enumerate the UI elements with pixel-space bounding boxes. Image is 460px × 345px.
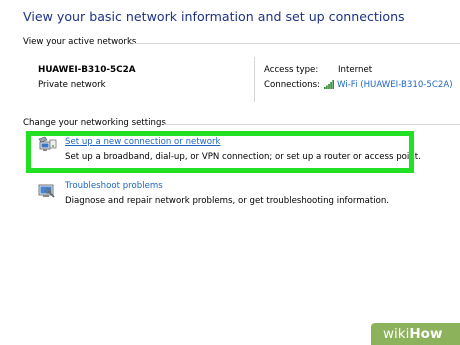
wikihow-watermark: wikiHow — [371, 323, 460, 345]
network-type[interactable]: Private network — [38, 80, 106, 90]
access-type-label: Access type: — [264, 65, 319, 75]
active-networks-divider — [133, 43, 460, 44]
page-title: View your basic network information and … — [23, 9, 405, 24]
connections-label: Connections: — [264, 80, 320, 90]
troubleshoot-problems-link[interactable]: Troubleshoot problems — [65, 181, 163, 191]
troubleshoot-problems-description: Diagnose and repair network problems, or… — [65, 196, 390, 206]
wifi-signal-icon — [324, 80, 334, 89]
active-networks-section-label: View your active networks — [23, 37, 137, 47]
networking-settings-section-label: Change your networking settings — [23, 118, 166, 128]
access-type-value: Internet — [338, 65, 373, 75]
wifi-connection-link[interactable]: Wi-Fi (HUAWEI-B310-5C2A) — [337, 80, 453, 90]
troubleshoot-icon — [38, 184, 55, 198]
watermark-how: How — [409, 326, 443, 342]
vertical-divider — [254, 57, 255, 102]
highlight-box — [26, 131, 414, 173]
watermark-wiki: wiki — [383, 326, 410, 342]
networking-settings-divider — [164, 124, 460, 125]
network-name: HUAWEI-B310-5C2A — [38, 65, 136, 75]
